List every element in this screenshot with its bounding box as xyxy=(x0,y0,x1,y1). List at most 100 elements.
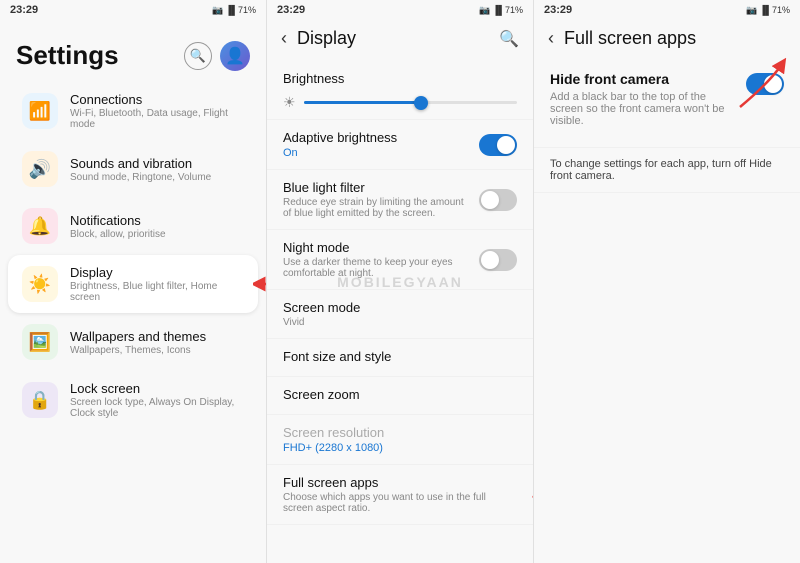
screen-resolution-section[interactable]: Screen resolution FHD+ (2280 x 1080) xyxy=(267,415,533,465)
time-2: 23:29 xyxy=(277,4,305,16)
blue-light-text: Blue light filter Reduce eye strain by l… xyxy=(283,180,471,219)
display-panel: 23:29 📷 ▐▌71% ‹ Display 🔍 Brightness ☀ xyxy=(267,0,534,563)
back-button-fullscreen[interactable]: ‹ xyxy=(548,28,554,49)
settings-item-lock[interactable]: 🔒 Lock screen Screen lock type, Always O… xyxy=(8,371,258,429)
back-button-display[interactable]: ‹ xyxy=(281,28,287,49)
hide-camera-text: Hide front camera Add a black bar to the… xyxy=(550,71,738,127)
wallpaper-title: Wallpapers and themes xyxy=(70,329,244,344)
status-bar-2: 23:29 📷 ▐▌71% xyxy=(267,0,533,20)
adaptive-status: On xyxy=(283,147,397,159)
search-icon-display[interactable]: 🔍 xyxy=(499,29,519,49)
screen-zoom-section[interactable]: Screen zoom xyxy=(267,377,533,415)
hide-camera-section: Hide front camera Add a black bar to the… xyxy=(534,57,800,148)
search-profile-area: 🔍 👤 xyxy=(184,41,250,71)
display-title: Display xyxy=(70,265,244,280)
brightness-slider[interactable] xyxy=(304,101,517,104)
night-mode-title: Night mode xyxy=(283,240,471,255)
adaptive-brightness-section: Adaptive brightness On xyxy=(267,120,533,170)
adaptive-toggle[interactable] xyxy=(479,134,517,156)
night-mode-toggle[interactable] xyxy=(479,249,517,271)
sound-icon: 🔊 xyxy=(22,151,58,187)
camera-icon-2: 📷 xyxy=(479,5,490,16)
camera-icon-3: 📷 xyxy=(746,5,757,16)
sound-title: Sounds and vibration xyxy=(70,156,244,171)
brightness-slider-row: ☀ xyxy=(283,94,517,111)
lock-sub: Screen lock type, Always On Display, Clo… xyxy=(70,397,244,419)
sun-small-icon: ☀ xyxy=(283,94,296,111)
connections-icon: 📶 xyxy=(22,93,58,129)
brightness-section: Brightness ☀ xyxy=(267,61,533,120)
settings-item-sound[interactable]: 🔊 Sounds and vibration Sound mode, Ringt… xyxy=(8,141,258,197)
font-size-title: Font size and style xyxy=(283,349,517,364)
blue-light-section: Blue light filter Reduce eye strain by l… xyxy=(267,170,533,230)
blue-light-title: Blue light filter xyxy=(283,180,471,195)
font-size-section[interactable]: Font size and style xyxy=(267,339,533,377)
display-arrow xyxy=(253,274,266,294)
time-3: 23:29 xyxy=(544,4,572,16)
toggle-knob xyxy=(497,136,515,154)
notifications-sub: Block, allow, prioritise xyxy=(70,229,244,240)
hide-camera-knob xyxy=(764,75,782,93)
wallpaper-icon: 🖼️ xyxy=(22,324,58,360)
slider-thumb[interactable] xyxy=(414,96,428,110)
night-mode-row: Night mode Use a darker theme to keep yo… xyxy=(283,240,517,279)
settings-item-display[interactable]: ☀️ Display Brightness, Blue light filter… xyxy=(8,255,258,313)
screen-resolution-sub: FHD+ (2280 x 1080) xyxy=(283,442,517,454)
status-bar-1: 23:29 📷 ▐▌71% xyxy=(0,0,266,20)
wifi-icon: 📶 xyxy=(29,101,51,122)
status-bar-3: 23:29 📷 ▐▌71% xyxy=(534,0,800,20)
connections-text: Connections Wi-Fi, Bluetooth, Data usage… xyxy=(70,92,244,130)
time-1: 23:29 xyxy=(10,4,38,16)
settings-list: 📶 Connections Wi-Fi, Bluetooth, Data usa… xyxy=(0,81,266,563)
fullscreen-top-bar: ‹ Full screen apps xyxy=(534,20,800,57)
slider-fill xyxy=(304,101,421,104)
display-text: Display Brightness, Blue light filter, H… xyxy=(70,265,244,303)
connections-title: Connections xyxy=(70,92,244,107)
brightness-label: Brightness xyxy=(283,71,517,86)
status-icons-2: 📷 ▐▌71% xyxy=(479,5,523,16)
adaptive-text: Adaptive brightness On xyxy=(283,130,397,159)
battery-icon-3: ▐▌71% xyxy=(759,5,790,15)
screen-mode-sub: Vivid xyxy=(283,317,517,328)
connections-sub: Wi-Fi, Bluetooth, Data usage, Flight mod… xyxy=(70,108,244,130)
hide-camera-toggle[interactable] xyxy=(746,73,784,95)
display-icon: ☀️ xyxy=(22,266,58,302)
settings-item-connections[interactable]: 📶 Connections Wi-Fi, Bluetooth, Data usa… xyxy=(8,82,258,140)
display-top-bar: ‹ Display 🔍 xyxy=(267,20,533,57)
lock-icon: 🔒 xyxy=(22,382,58,418)
adaptive-row: Adaptive brightness On xyxy=(283,130,517,159)
settings-instruction-text: To change settings for each app, turn of… xyxy=(534,148,800,193)
settings-title: Settings xyxy=(16,40,119,71)
settings-item-notifications[interactable]: 🔔 Notifications Block, allow, prioritise xyxy=(8,198,258,254)
fullscreen-content: Hide front camera Add a black bar to the… xyxy=(534,57,800,563)
wallpaper-text: Wallpapers and themes Wallpapers, Themes… xyxy=(70,329,244,356)
display-content: Brightness ☀ Adaptive brightness On xyxy=(267,57,533,563)
screen-mode-section[interactable]: Screen mode Vivid xyxy=(267,290,533,339)
settings-panel: 23:29 📷 ▐▌71% Settings 🔍 👤 📶 Connections… xyxy=(0,0,267,563)
status-icons-1: 📷 ▐▌71% xyxy=(212,5,256,16)
fullscreen-panel: 23:29 📷 ▐▌71% ‹ Full screen apps Hide fr… xyxy=(534,0,800,563)
night-mode-text: Night mode Use a darker theme to keep yo… xyxy=(283,240,471,279)
camera-icon: 📷 xyxy=(212,5,223,16)
search-button[interactable]: 🔍 xyxy=(184,42,212,70)
notifications-text: Notifications Block, allow, prioritise xyxy=(70,213,244,240)
wallpaper-sub: Wallpapers, Themes, Icons xyxy=(70,345,244,356)
blue-light-row: Blue light filter Reduce eye strain by l… xyxy=(283,180,517,219)
night-mode-section: Night mode Use a darker theme to keep yo… xyxy=(267,230,533,290)
notifications-title: Notifications xyxy=(70,213,244,228)
night-toggle-knob xyxy=(481,251,499,269)
screen-mode-title: Screen mode xyxy=(283,300,517,315)
battery-icon-2: ▐▌71% xyxy=(492,5,523,15)
full-screen-apps-section[interactable]: Full screen apps Choose which apps you w… xyxy=(267,465,533,525)
blue-light-toggle[interactable] xyxy=(479,189,517,211)
notifications-icon: 🔔 xyxy=(22,208,58,244)
lock-title: Lock screen xyxy=(70,381,244,396)
sound-text: Sounds and vibration Sound mode, Rington… xyxy=(70,156,244,183)
settings-item-wallpaper[interactable]: 🖼️ Wallpapers and themes Wallpapers, The… xyxy=(8,314,258,370)
profile-avatar[interactable]: 👤 xyxy=(220,41,250,71)
full-screen-desc: Choose which apps you want to use in the… xyxy=(283,492,517,514)
battery-icon: ▐▌71% xyxy=(225,5,256,15)
screen-resolution-title: Screen resolution xyxy=(283,425,517,440)
display-sub: Brightness, Blue light filter, Home scre… xyxy=(70,281,244,303)
fullscreen-panel-title: Full screen apps xyxy=(564,28,786,49)
